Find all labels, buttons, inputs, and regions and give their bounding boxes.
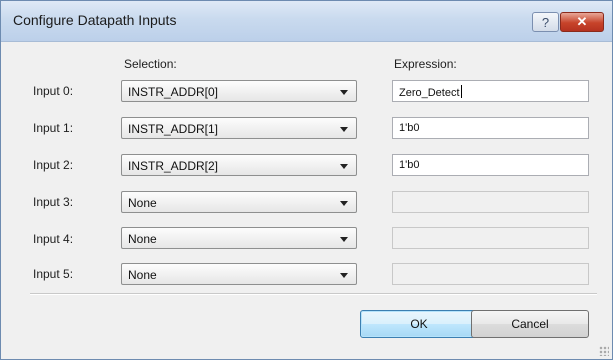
dropdown-arrow-icon: [340, 201, 348, 206]
resize-grip-icon[interactable]: [599, 346, 609, 356]
input-3-selection-value: None: [128, 196, 157, 210]
close-icon: ✕: [576, 14, 588, 29]
input-3-selection-dropdown[interactable]: None: [121, 191, 357, 213]
input-1-expression-value: 1'b0: [399, 122, 420, 134]
input-1-selection-dropdown[interactable]: INSTR_ADDR[1]: [121, 117, 357, 139]
selection-header: Selection:: [124, 57, 177, 71]
dialog-title: Configure Datapath Inputs: [13, 12, 177, 28]
input-2-selection-value: INSTR_ADDR[2]: [128, 159, 219, 173]
dropdown-arrow-icon: [340, 164, 348, 169]
input-1-expression-field[interactable]: 1'b0: [392, 117, 589, 139]
help-icon: ?: [541, 14, 550, 30]
input-5-selection-value: None: [128, 268, 157, 282]
input-5-selection-dropdown[interactable]: None: [121, 263, 357, 285]
dropdown-arrow-icon: [340, 273, 348, 278]
input-0-selection-dropdown[interactable]: INSTR_ADDR[0]: [121, 80, 357, 102]
input-4-expression-field: [392, 227, 589, 249]
input-4-label: Input 4:: [33, 232, 74, 246]
input-4-selection-value: None: [128, 232, 157, 246]
ok-button[interactable]: OK: [360, 310, 478, 338]
input-1-selection-value: INSTR_ADDR[1]: [128, 122, 219, 136]
input-3-expression-field: [392, 191, 589, 213]
input-5-label: Input 5:: [33, 267, 74, 281]
input-1-label: Input 1:: [33, 121, 74, 135]
dropdown-arrow-icon: [340, 90, 348, 95]
input-0-label: Input 0:: [33, 84, 74, 98]
input-2-label: Input 2:: [33, 158, 74, 172]
close-button[interactable]: ✕: [560, 12, 604, 32]
input-2-expression-field[interactable]: 1'b0: [392, 154, 589, 176]
cancel-button-label: Cancel: [511, 317, 549, 331]
input-2-expression-value: 1'b0: [399, 159, 420, 171]
separator: [30, 293, 597, 295]
input-3-label: Input 3:: [33, 195, 74, 209]
ok-button-label: OK: [410, 317, 428, 331]
help-button[interactable]: ?: [532, 12, 559, 32]
title-bar[interactable]: Configure Datapath Inputs ? ✕: [1, 1, 612, 42]
input-0-expression-value: Zero_Detect: [399, 87, 460, 99]
text-cursor: [460, 85, 462, 98]
input-0-expression-field[interactable]: Zero_Detect: [392, 80, 589, 102]
dropdown-arrow-icon: [340, 127, 348, 132]
input-5-expression-field: [392, 263, 589, 285]
input-4-selection-dropdown[interactable]: None: [121, 227, 357, 249]
configure-datapath-inputs-dialog: Configure Datapath Inputs ? ✕ Selection:…: [0, 0, 613, 360]
input-0-selection-value: INSTR_ADDR[0]: [128, 85, 219, 99]
dropdown-arrow-icon: [340, 237, 348, 242]
input-2-selection-dropdown[interactable]: INSTR_ADDR[2]: [121, 154, 357, 176]
cancel-button[interactable]: Cancel: [471, 310, 589, 338]
expression-header: Expression:: [394, 57, 457, 71]
